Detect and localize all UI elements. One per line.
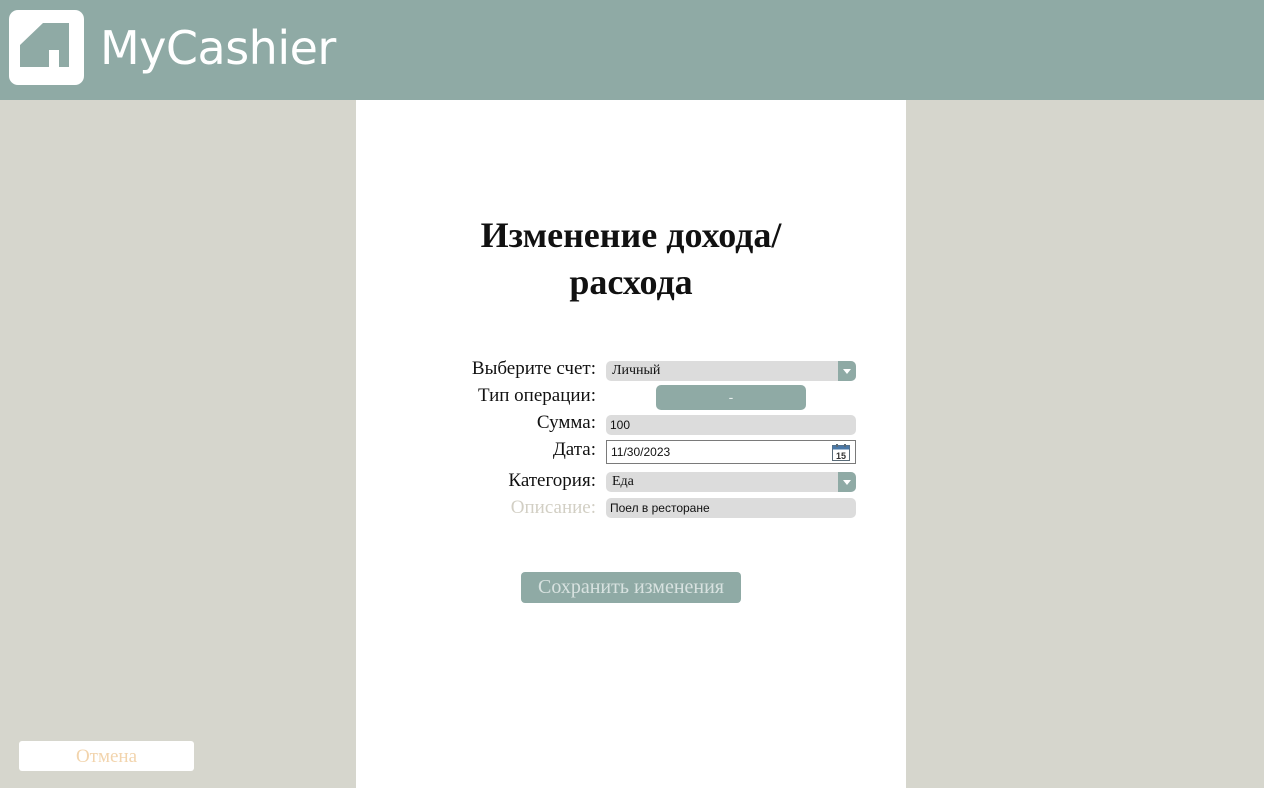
chevron-down-icon[interactable] xyxy=(838,472,856,492)
page-title-line-1: Изменение дохода/ xyxy=(480,215,782,255)
account-label: Выберите счет: xyxy=(471,358,596,379)
date-picker[interactable]: 11/30/2023 15 xyxy=(606,440,856,464)
operation-type-label: Тип операции: xyxy=(477,385,596,406)
account-select[interactable]: Личный xyxy=(606,361,856,381)
save-changes-button[interactable]: Сохранить изменения xyxy=(521,572,741,603)
date-picker-value: 11/30/2023 xyxy=(611,445,671,459)
category-label: Категория: xyxy=(508,470,596,491)
amount-input-value: 100 xyxy=(610,418,631,432)
category-select[interactable]: Еда xyxy=(606,472,856,492)
amount-label: Сумма: xyxy=(536,412,596,433)
description-input[interactable]: Поел в ресторане xyxy=(606,498,856,518)
page-title: Изменение дохода/ расхода xyxy=(356,212,906,306)
app-title: MyCashier xyxy=(100,21,336,75)
calendar-icon[interactable]: 15 xyxy=(832,444,850,461)
cancel-button[interactable]: Отмена xyxy=(19,741,194,771)
description-label: Описание: xyxy=(510,497,596,518)
category-select-value: Еда xyxy=(612,474,634,489)
house-icon xyxy=(9,10,84,85)
account-select-value: Личный xyxy=(612,363,661,378)
description-input-value: Поел в ресторане xyxy=(610,501,710,515)
date-label: Дата: xyxy=(552,439,596,460)
chevron-down-icon[interactable] xyxy=(838,361,856,381)
amount-input[interactable]: 100 xyxy=(606,415,856,435)
operation-type-button[interactable]: - xyxy=(656,385,806,410)
page-title-line-2: расхода xyxy=(569,262,693,302)
calendar-day: 15 xyxy=(836,451,846,461)
app-header: MyCashier xyxy=(0,0,1264,100)
